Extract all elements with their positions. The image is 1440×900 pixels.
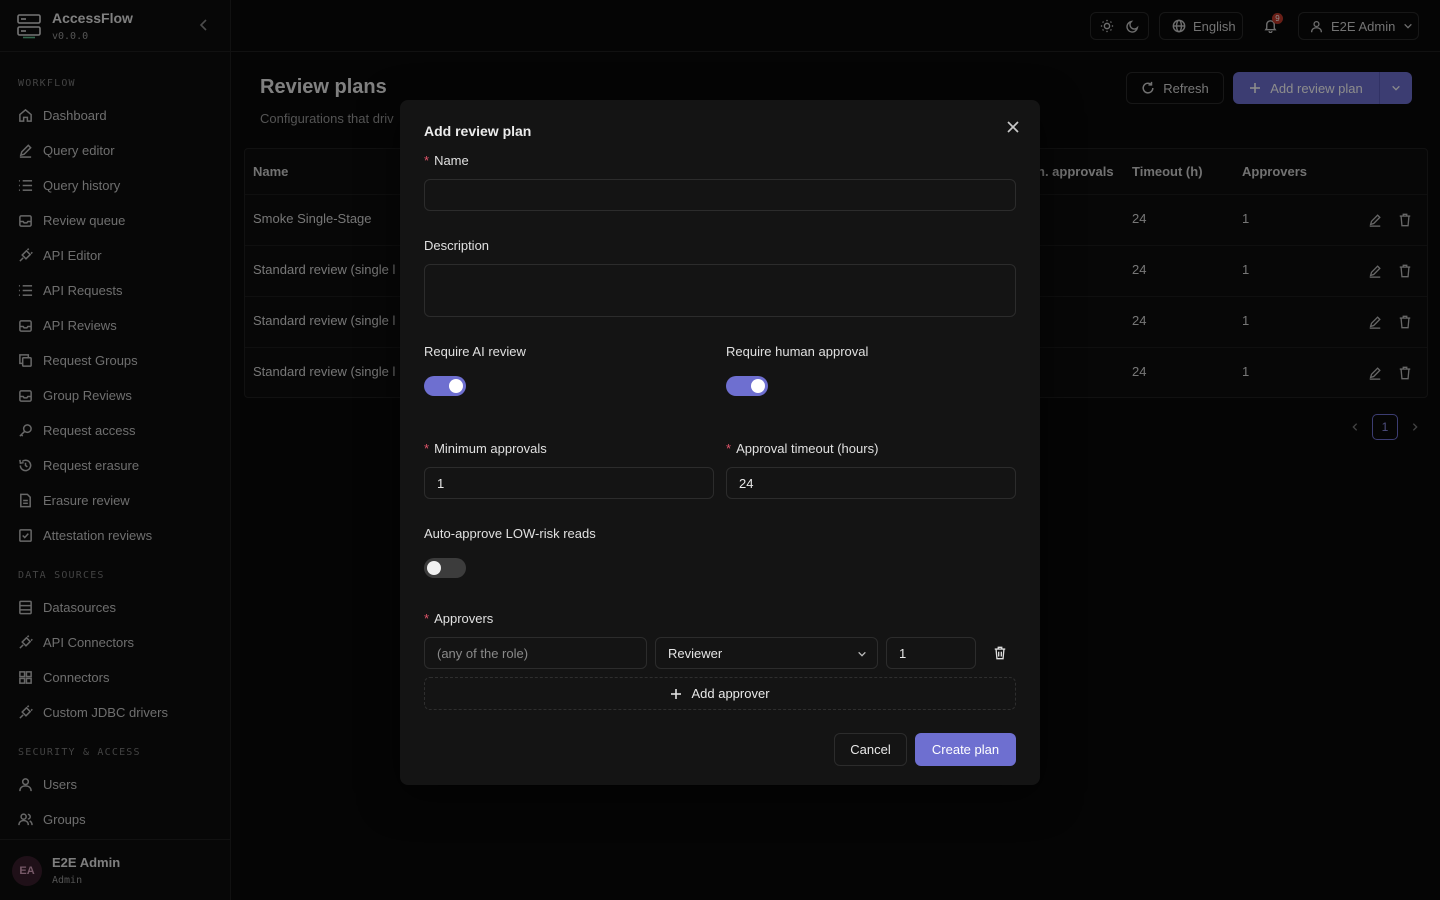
add-review-plan-modal: Add review plan * Name Description Requir…: [400, 100, 1040, 785]
auto-approve-label: Auto-approve LOW-risk reads: [424, 526, 596, 541]
description-textarea[interactable]: [424, 264, 1016, 317]
approver-user-input[interactable]: [424, 637, 647, 669]
description-label: Description: [424, 238, 490, 253]
ai-review-toggle[interactable]: [424, 376, 466, 396]
human-approval-label: Require human approval: [726, 344, 869, 359]
create-plan-button[interactable]: Create plan: [915, 733, 1016, 766]
approver-stage-input[interactable]: [886, 637, 976, 669]
chevron-down-icon: [858, 651, 866, 657]
add-approver-button[interactable]: Add approver: [424, 677, 1016, 710]
cancel-button[interactable]: Cancel: [834, 733, 907, 766]
plus-icon: [671, 688, 682, 699]
modal-title: Add review plan: [424, 123, 532, 139]
auto-approve-toggle[interactable]: [424, 558, 466, 578]
close-icon[interactable]: [1006, 120, 1020, 134]
min-approvals-label: * Minimum approvals: [424, 441, 547, 456]
approvers-label: * Approvers: [424, 611, 494, 626]
name-input[interactable]: [424, 179, 1016, 211]
timeout-label: * Approval timeout (hours): [726, 441, 879, 456]
timeout-input[interactable]: [726, 467, 1016, 499]
approver-role-select[interactable]: Reviewer: [655, 637, 878, 669]
min-approvals-input[interactable]: [424, 467, 714, 499]
trash-icon[interactable]: [993, 646, 1007, 660]
human-approval-toggle[interactable]: [726, 376, 768, 396]
ai-review-label: Require AI review: [424, 344, 526, 359]
name-label: * Name: [424, 153, 469, 168]
